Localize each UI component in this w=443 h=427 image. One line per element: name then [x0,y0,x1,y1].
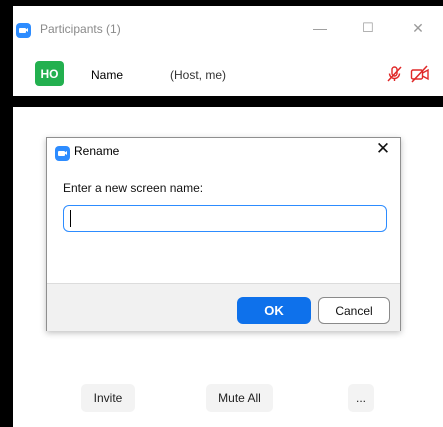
participants-title: Participants (1) [40,22,121,36]
close-button[interactable]: ✕ [408,18,428,38]
zoom-app-icon [16,23,31,38]
more-options-button[interactable]: ... [348,384,374,412]
dialog-footer: OK Cancel [47,283,400,331]
dialog-close-button[interactable]: ✕ [374,139,392,159]
video-off-icon[interactable] [410,65,430,83]
avatar: HO [35,61,64,86]
mic-muted-icon[interactable] [385,65,403,83]
screen-name-input[interactable] [63,205,387,232]
invite-button[interactable]: Invite [81,384,135,412]
screen-name-prompt: Enter a new screen name: [63,181,204,195]
cancel-button[interactable]: Cancel [318,297,390,324]
dialog-title: Rename [74,144,120,158]
rename-dialog: Rename ✕ Enter a new screen name: OK Can… [46,137,401,331]
minimize-button[interactable]: — [310,18,330,38]
ok-button[interactable]: OK [237,297,311,324]
participant-role: (Host, me) [170,68,227,82]
text-caret [70,210,71,227]
participants-titlebar: Participants (1) — ☐ ✕ [13,6,443,50]
zoom-app-icon [55,146,70,161]
maximize-button[interactable]: ☐ [358,18,378,38]
background-left-strip [0,0,13,427]
mute-all-button[interactable]: Mute All [206,384,273,412]
participant-name: Name [91,68,124,82]
window-separator [0,96,443,107]
participant-row[interactable]: HO Name (Host, me) [13,50,443,96]
